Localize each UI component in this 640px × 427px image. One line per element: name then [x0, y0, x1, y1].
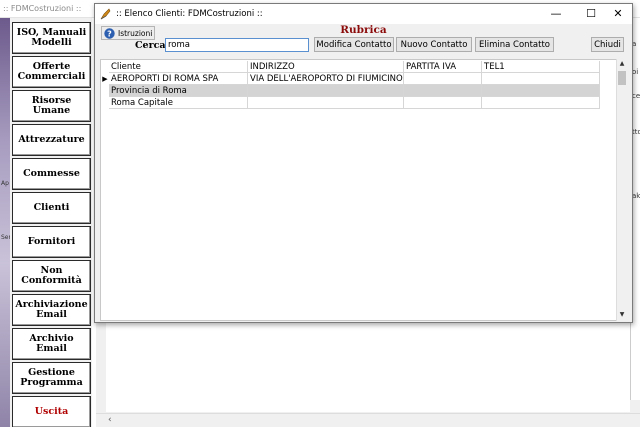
- current-row-arrow-icon: ▶: [102, 75, 108, 83]
- grid-cell[interactable]: [404, 85, 482, 97]
- grid-cell[interactable]: [404, 73, 482, 85]
- right-fragment: ce: [632, 92, 640, 100]
- rubrica-heading: Rubrica: [340, 24, 387, 36]
- close-dialog-button[interactable]: Chiudi: [591, 37, 624, 52]
- nav-risorse-umane-button[interactable]: Risorse Umane: [12, 90, 91, 122]
- grid-cell[interactable]: [482, 73, 600, 85]
- grid-cell[interactable]: Provincia di Roma: [109, 85, 248, 97]
- modify-contact-button[interactable]: Modifica Contatto: [314, 37, 394, 52]
- main-app-title: :: FDMCostruzioni ::: [3, 4, 82, 13]
- nav-gestione-programma-button[interactable]: Gestione Programma: [12, 362, 91, 394]
- grid-header-row: Cliente INDIRIZZO PARTITA IVA TEL1: [101, 61, 600, 73]
- table-row[interactable]: ▶ AEROPORTI DI ROMA SPA VIA DELL'AEROPOR…: [101, 73, 600, 85]
- grid-vertical-scrollbar[interactable]: ▲ ▼: [616, 59, 626, 321]
- nav-commesse-button[interactable]: Commesse: [12, 158, 91, 190]
- scroll-left-arrow-icon[interactable]: ‹: [108, 415, 112, 425]
- close-icon[interactable]: ✕: [603, 4, 633, 24]
- nav-offerte-commerciali-button[interactable]: Offerte Commerciali: [12, 56, 91, 88]
- right-fragment: ak: [632, 192, 640, 200]
- contacts-grid: Cliente INDIRIZZO PARTITA IVA TEL1 ▶ AER…: [100, 59, 621, 321]
- grid-cell[interactable]: [482, 85, 600, 97]
- scroll-up-arrow-icon[interactable]: ▲: [617, 60, 627, 69]
- scroll-down-arrow-icon[interactable]: ▼: [617, 311, 627, 320]
- grid-cell[interactable]: [482, 97, 600, 109]
- search-label: Cerca:: [135, 40, 170, 51]
- left-fragment: Ap: [1, 180, 9, 187]
- nav-attrezzature-button[interactable]: Attrezzature: [12, 124, 91, 156]
- delete-contact-button[interactable]: Elimina Contatto: [475, 37, 554, 52]
- nav-archiviazione-email-button[interactable]: Archiviazione Email: [12, 294, 91, 326]
- grid-cell[interactable]: Roma Capitale: [109, 97, 248, 109]
- app-feather-icon: [100, 8, 111, 20]
- main-app-panel: [106, 320, 630, 412]
- new-contact-button[interactable]: Nuovo Contatto: [396, 37, 472, 52]
- dialog-titlebar[interactable]: :: Elenco Clienti: FDMCostruzioni :: — ☐…: [95, 4, 632, 24]
- nav-uscita-button[interactable]: Uscita: [12, 396, 91, 427]
- right-fragment: tto: [632, 128, 640, 136]
- nav-iso-manuali-button[interactable]: ISO, Manuali Modelli: [12, 22, 91, 54]
- grid-cell[interactable]: VIA DELL'AEROPORTO DI FIUMICINO, 3: [248, 73, 404, 85]
- nav-clienti-button[interactable]: Clienti: [12, 192, 91, 224]
- grid-cell[interactable]: [404, 97, 482, 109]
- nav-fornitori-button[interactable]: Fornitori: [12, 226, 91, 258]
- main-app-horizontal-scrollbar[interactable]: ‹: [96, 413, 640, 427]
- table-row[interactable]: Roma Capitale: [101, 97, 600, 109]
- nav-non-conformita-button[interactable]: Non Conformità: [12, 260, 91, 292]
- column-header-tel1[interactable]: TEL1: [482, 61, 600, 73]
- scrollbar-thumb[interactable]: [618, 71, 626, 85]
- background-app-strip: Ap Ser: [0, 18, 11, 427]
- search-input[interactable]: [165, 38, 309, 52]
- nav-archivio-email-button[interactable]: Archivio Email: [12, 328, 91, 360]
- column-header-indirizzo[interactable]: INDIRIZZO: [248, 61, 404, 73]
- column-header-cliente[interactable]: Cliente: [109, 61, 248, 73]
- table-row[interactable]: Provincia di Roma: [101, 85, 600, 97]
- grid-cell[interactable]: [248, 97, 404, 109]
- grid-cell[interactable]: [248, 85, 404, 97]
- side-navigation: ISO, Manuali Modelli Offerte Commerciali…: [10, 18, 92, 427]
- maximize-icon[interactable]: ☐: [576, 4, 606, 24]
- minimize-icon[interactable]: —: [541, 4, 571, 24]
- dialog-title: :: Elenco Clienti: FDMCostruzioni ::: [116, 9, 263, 19]
- grid-cell[interactable]: AEROPORTI DI ROMA SPA: [109, 73, 248, 85]
- clients-dialog: :: Elenco Clienti: FDMCostruzioni :: — ☐…: [94, 3, 633, 323]
- column-header-partita-iva[interactable]: PARTITA IVA: [404, 61, 482, 73]
